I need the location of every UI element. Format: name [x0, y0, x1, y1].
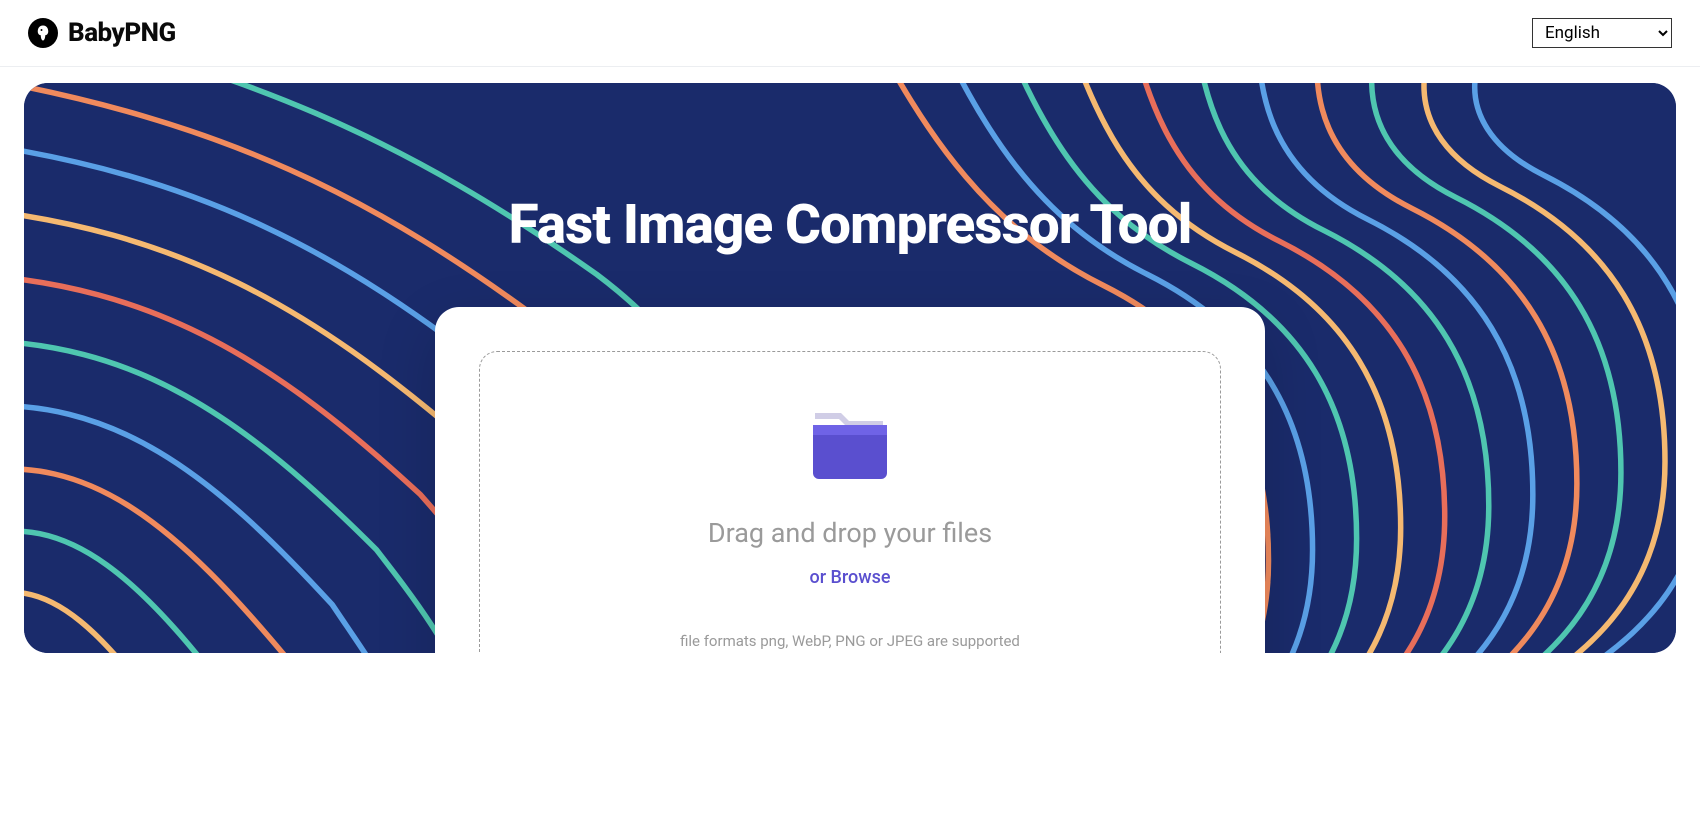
- folder-icon: [807, 407, 893, 489]
- hero-section: Fast Image Compressor Tool Drag and drop…: [0, 67, 1700, 733]
- brand-logo-icon: [28, 18, 58, 48]
- upload-card: Drag and drop your files or Browse file …: [435, 307, 1265, 653]
- hero-banner: Fast Image Compressor Tool Drag and drop…: [24, 83, 1676, 653]
- hero-title: Fast Image Compressor Tool: [508, 193, 1191, 257]
- drop-instruction: Drag and drop your files: [708, 517, 992, 549]
- header: BabyPNG English: [0, 0, 1700, 67]
- supported-formats: file formats png, WebP, PNG or JPEG are …: [680, 632, 1020, 650]
- file-dropzone[interactable]: Drag and drop your files or Browse file …: [479, 351, 1221, 653]
- browse-link[interactable]: or Browse: [809, 567, 890, 588]
- language-select[interactable]: English: [1532, 18, 1672, 48]
- hero-content: Fast Image Compressor Tool Drag and drop…: [24, 83, 1676, 653]
- brand-logo-group[interactable]: BabyPNG: [28, 18, 176, 48]
- brand-name: BabyPNG: [68, 18, 176, 48]
